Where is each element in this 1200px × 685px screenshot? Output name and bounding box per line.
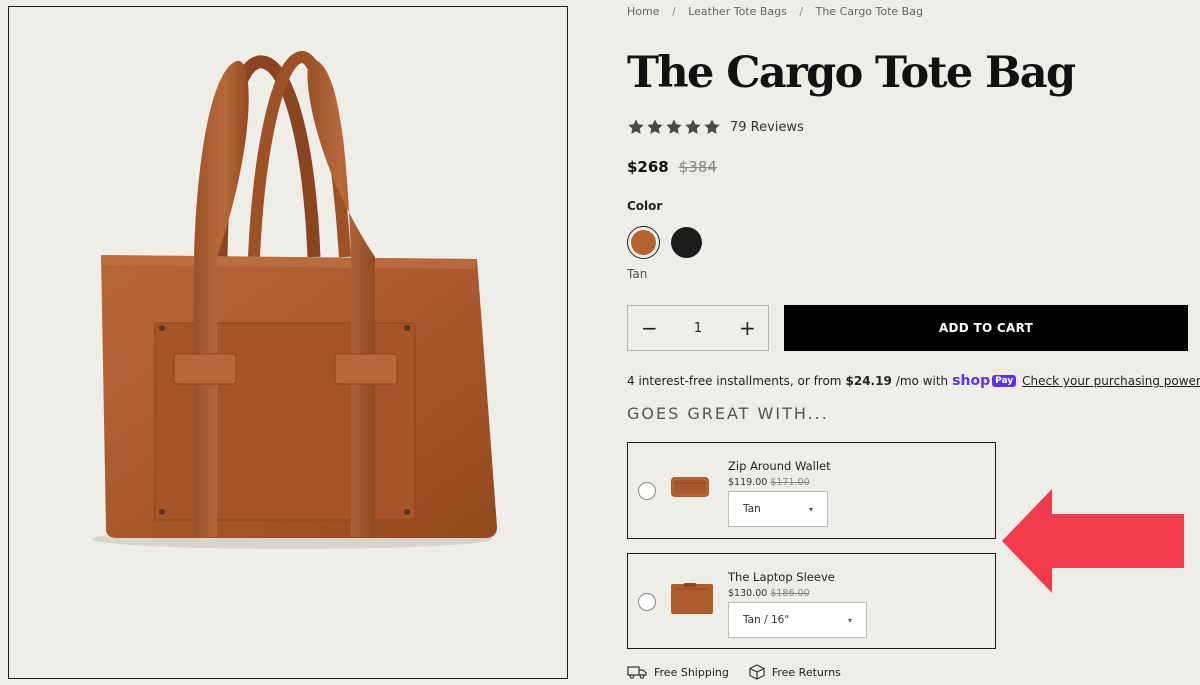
sale-price: $268 — [627, 158, 669, 176]
star-icon — [647, 119, 663, 134]
free-returns-badge: Free Returns — [749, 664, 841, 680]
upsell-select-radio[interactable] — [638, 593, 656, 611]
tote-bag-image — [92, 51, 497, 549]
color-swatches — [627, 226, 703, 259]
breadcrumb-category-link[interactable]: Leather Tote Bags — [688, 5, 787, 18]
product-title: The Cargo Tote Bag — [627, 48, 1076, 98]
annotation-arrow-icon — [1002, 489, 1184, 593]
benefit-badges: Free Shipping Free Returns — [627, 664, 841, 680]
upsell-select-radio[interactable] — [638, 482, 656, 500]
add-to-cart-button[interactable]: ADD TO CART — [784, 305, 1188, 351]
upsell-name[interactable]: The Laptop Sleeve — [728, 570, 835, 584]
quantity-decrease-button[interactable]: − — [641, 318, 658, 338]
upsell-variant-value: Tan — [743, 503, 761, 515]
upsell-item: The Laptop Sleeve $130.00 $186.00 Tan / … — [627, 553, 996, 649]
reviews-count[interactable]: 79 Reviews — [730, 120, 804, 135]
breadcrumb-separator: / — [799, 5, 804, 18]
color-label: Color — [627, 199, 663, 213]
shop-pay-logo: shop — [952, 373, 991, 389]
wallet-icon — [671, 477, 709, 497]
upsell-variant-select[interactable]: Tan ▾ — [728, 491, 828, 527]
upsell-compare-price: $171.00 — [770, 477, 810, 488]
breadcrumb: Home / Leather Tote Bags / The Cargo Tot… — [627, 5, 923, 18]
breadcrumb-separator: / — [671, 5, 676, 18]
upsell-prices: $130.00 $186.00 — [728, 588, 810, 599]
upsell-item: Zip Around Wallet $119.00 $171.00 Tan ▾ — [627, 442, 996, 539]
chevron-down-icon: ▾ — [847, 615, 852, 625]
upsell-compare-price: $186.00 — [770, 588, 810, 599]
installments-amount: $24.19 — [845, 374, 892, 388]
quantity-input[interactable]: 1 — [694, 321, 702, 336]
laptop-sleeve-icon — [671, 583, 713, 614]
price-block: $268 $384 — [627, 158, 717, 176]
product-rating[interactable]: 79 Reviews — [627, 118, 804, 136]
compare-price: $384 — [678, 158, 717, 176]
breadcrumb-home-link[interactable]: Home — [627, 5, 659, 18]
star-icon — [704, 119, 720, 134]
shop-pay-badge: Pay — [992, 375, 1017, 387]
upsell-price: $130.00 — [728, 588, 768, 599]
quantity-stepper: − 1 + — [627, 305, 769, 351]
upsell-name[interactable]: Zip Around Wallet — [728, 459, 831, 473]
installments-info: 4 interest-free installments, or from $2… — [627, 373, 1200, 389]
truck-icon — [627, 666, 647, 679]
color-swatch-tan[interactable] — [627, 226, 660, 259]
upsell-variant-value: Tan / 16" — [743, 614, 790, 626]
selected-color-name: Tan — [627, 267, 648, 281]
box-icon — [749, 664, 765, 680]
product-image[interactable] — [8, 6, 568, 679]
purchasing-power-link[interactable]: Check your purchasing power — [1022, 374, 1200, 388]
star-icon — [628, 119, 644, 134]
badge-label: Free Shipping — [654, 665, 729, 679]
star-rating — [627, 118, 721, 136]
upsell-variant-select[interactable]: Tan / 16" ▾ — [728, 602, 867, 638]
quantity-increase-button[interactable]: + — [739, 318, 756, 338]
installments-prefix: 4 interest-free installments, or from — [627, 374, 842, 388]
chevron-down-icon: ▾ — [808, 504, 813, 514]
star-icon — [685, 119, 701, 134]
upsell-heading: GOES GREAT WITH... — [627, 404, 829, 423]
badge-label: Free Returns — [771, 665, 841, 679]
breadcrumb-current: The Cargo Tote Bag — [815, 5, 923, 18]
color-swatch-black[interactable] — [670, 226, 703, 259]
upsell-prices: $119.00 $171.00 — [728, 477, 810, 488]
upsell-price: $119.00 — [728, 477, 768, 488]
installments-suffix: /mo with — [895, 374, 949, 388]
star-icon — [666, 119, 682, 134]
free-shipping-badge: Free Shipping — [627, 664, 729, 680]
